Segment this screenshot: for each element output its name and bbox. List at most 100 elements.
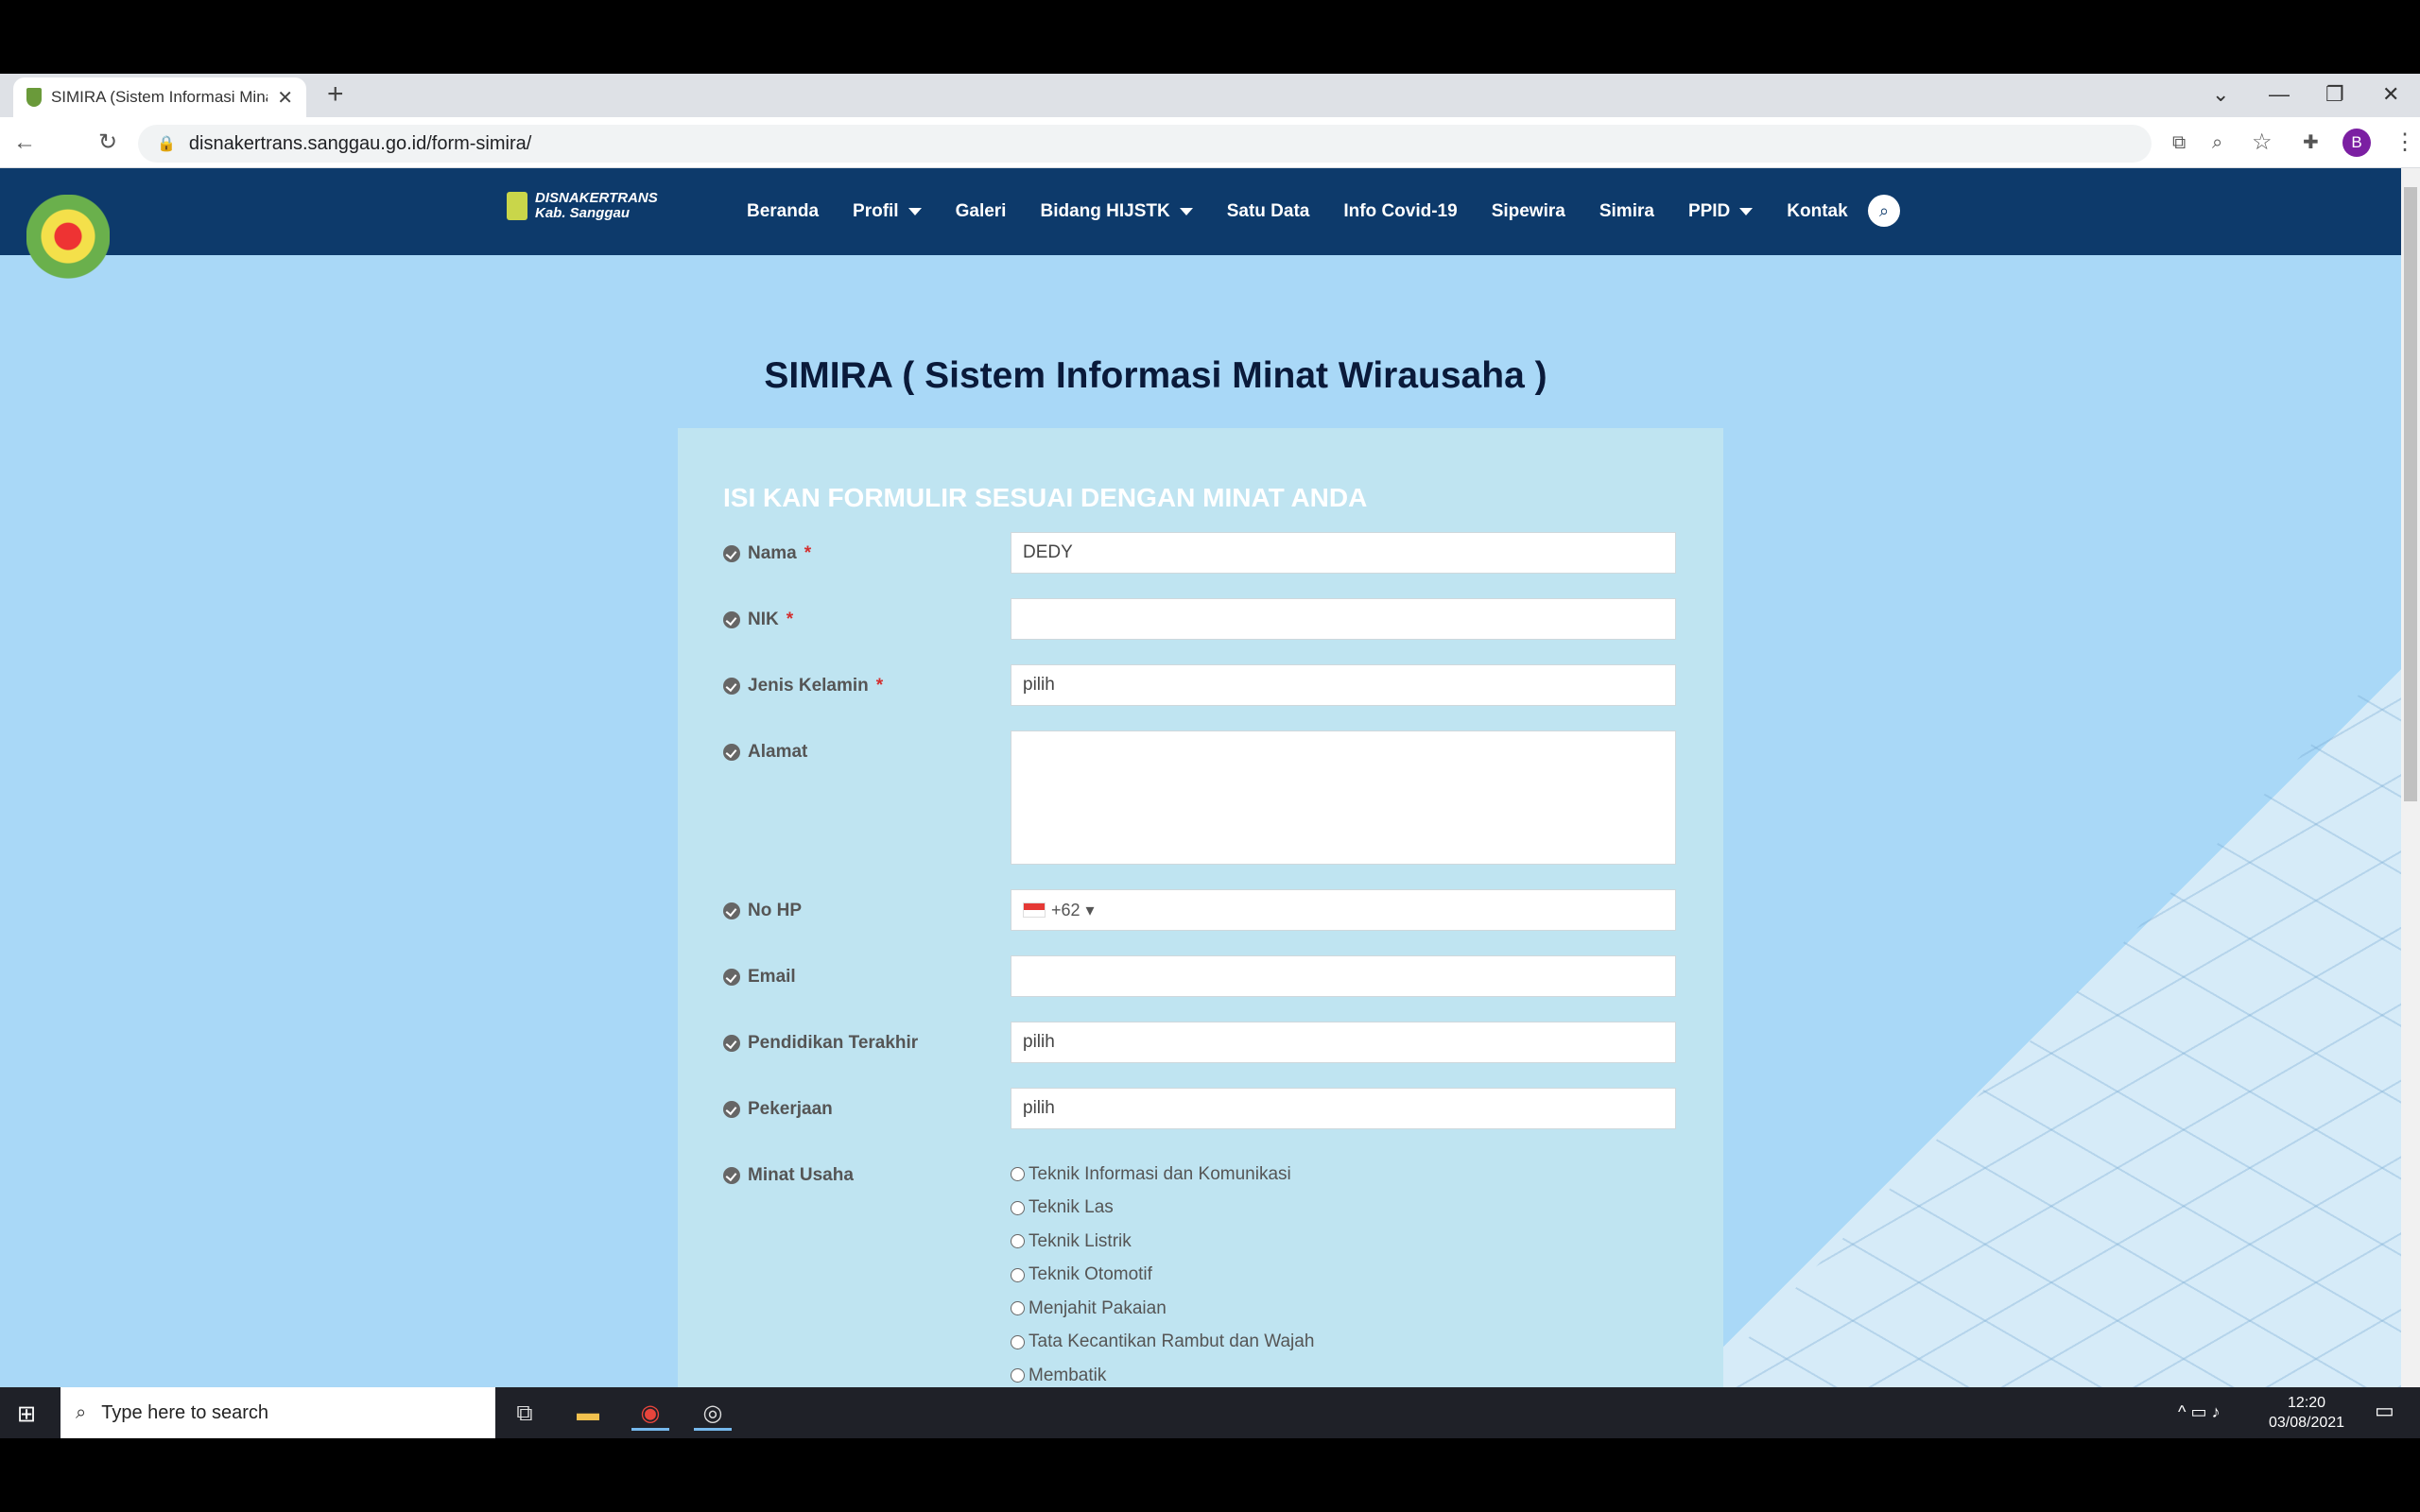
clock-date: 03/08/2021 <box>2269 1415 2345 1431</box>
radio-icon <box>1011 1234 1025 1249</box>
row-pekerjaan: Pekerjaan <box>723 1099 833 1120</box>
row-no-hp: No HP <box>723 901 802 921</box>
tab-search-icon[interactable]: ⌄ <box>2212 77 2229 112</box>
browser-window: SIMIRA (Sistem Informasi Minat ✕ + ⌄ — ❐… <box>0 74 2420 1387</box>
minat-option[interactable]: Teknik Informasi dan Komunikasi <box>1011 1158 1314 1192</box>
reload-icon[interactable]: ↻ <box>98 127 117 159</box>
tab-strip: SIMIRA (Sistem Informasi Minat ✕ + ⌄ — ❐… <box>0 74 2420 117</box>
chevron-down-icon <box>1179 208 1193 215</box>
web-page: DISNAKERTRANS Kab. Sanggau Beranda Profi… <box>0 168 2401 1387</box>
minat-option[interactable]: Teknik Las <box>1011 1192 1314 1226</box>
nik-input[interactable] <box>1011 598 1676 640</box>
radio-icon <box>1011 1334 1025 1349</box>
minimize-icon[interactable]: — <box>2269 77 2290 112</box>
tab-title: SIMIRA (Sistem Informasi Minat <box>50 88 268 106</box>
notification-icon[interactable]: ▭ <box>2375 1399 2394 1423</box>
minat-option[interactable]: Teknik Listrik <box>1011 1225 1314 1259</box>
check-circle-icon <box>723 969 740 986</box>
no-hp-input[interactable]: +62 ▾ <box>1011 889 1676 931</box>
brand-line2: Kab. Sanggau <box>535 205 631 221</box>
check-circle-icon <box>723 902 740 919</box>
search-icon: ⌕ <box>76 1401 87 1423</box>
browser-tab-active[interactable]: SIMIRA (Sistem Informasi Minat ✕ <box>13 77 306 117</box>
chrome-icon[interactable]: ◉ <box>631 1397 669 1431</box>
row-minat-usaha: Minat Usaha Teknik Informasi dan Komunik… <box>723 1164 1678 1385</box>
country-code-select[interactable]: +62 ▾ <box>1023 890 1095 930</box>
nav-simira[interactable]: Simira <box>1599 201 1654 222</box>
nav-bidang-hijstk[interactable]: Bidang HIJSTK <box>1040 201 1193 222</box>
chevron-down-icon: ▾ <box>1085 901 1095 919</box>
minat-option[interactable]: Teknik Otomotif <box>1011 1259 1314 1293</box>
nav-sipewira[interactable]: Sipewira <box>1492 201 1565 222</box>
label-no-hp: No HP <box>748 901 802 920</box>
windows-start-icon[interactable]: ⊞ <box>17 1400 36 1428</box>
zoom-icon[interactable]: ⌕ <box>2212 127 2222 159</box>
nav-galeri[interactable]: Galeri <box>956 201 1007 222</box>
bookmark-star-icon[interactable]: ☆ <box>2252 127 2273 159</box>
check-circle-icon <box>723 611 740 628</box>
row-nama: Nama * <box>723 543 811 564</box>
obs-icon[interactable]: ◎ <box>694 1397 732 1431</box>
restore-icon[interactable]: ❐ <box>2325 77 2344 112</box>
windows-taskbar: ⊞ ⌕ Type here to search ⧉ ▬ ◉ ◎ ^ ▭ ♪ 12… <box>0 1387 2420 1438</box>
taskbar-search-placeholder: Type here to search <box>101 1401 268 1423</box>
nav-beranda[interactable]: Beranda <box>747 201 819 222</box>
pekerjaan-select[interactable]: pilih <box>1011 1088 1676 1129</box>
nav-info-covid[interactable]: Info Covid-19 <box>1343 201 1457 222</box>
radio-icon <box>1011 1200 1025 1215</box>
minat-option[interactable]: Membatik <box>1011 1359 1314 1387</box>
radio-icon <box>1011 1167 1025 1182</box>
menu-icon[interactable]: ⋮ <box>2394 127 2416 159</box>
taskbar-clock[interactable]: 12:20 03/08/2021 <box>2269 1393 2344 1433</box>
new-tab-icon[interactable]: + <box>327 77 344 112</box>
lock-icon: 🔒 <box>157 136 176 152</box>
jenis-kelamin-select[interactable]: pilih <box>1011 664 1676 706</box>
back-icon[interactable]: ← <box>13 127 36 159</box>
check-circle-icon <box>723 678 740 695</box>
label-nik: NIK <box>748 610 779 629</box>
window-close-icon[interactable]: ✕ <box>2382 77 2399 112</box>
nama-input[interactable]: DEDY <box>1011 532 1676 574</box>
label-minat-usaha: Minat Usaha <box>748 1165 854 1185</box>
chevron-down-icon <box>1739 208 1754 215</box>
site-brand[interactable]: DISNAKERTRANS Kab. Sanggau <box>507 191 658 221</box>
task-view-icon[interactable]: ⧉ <box>506 1397 544 1431</box>
taskbar-search[interactable]: ⌕ Type here to search <box>60 1387 495 1438</box>
pendidikan-select[interactable]: pilih <box>1011 1022 1676 1063</box>
alamat-textarea[interactable] <box>1011 730 1676 865</box>
search-icon[interactable]: ⌕ <box>1868 195 1900 227</box>
extensions-icon[interactable]: ✚ <box>2303 127 2319 159</box>
check-circle-icon <box>723 744 740 761</box>
tab-close-icon[interactable]: ✕ <box>277 86 293 110</box>
row-jenis-kelamin: Jenis Kelamin * <box>723 676 883 696</box>
label-nama: Nama <box>748 543 797 563</box>
file-explorer-icon[interactable]: ▬ <box>569 1397 607 1431</box>
label-email: Email <box>748 967 796 987</box>
clock-time: 12:20 <box>2288 1395 2326 1411</box>
profile-avatar[interactable]: B <box>2342 129 2371 157</box>
form-heading: ISI KAN FORMULIR SESUAI DENGAN MINAT AND… <box>723 483 1368 512</box>
address-bar[interactable]: 🔒 disnakertrans.sanggau.go.id/form-simir… <box>138 125 2152 163</box>
page-scrollbar[interactable] <box>2401 168 2420 1387</box>
radio-icon <box>1011 1368 1025 1383</box>
chevron-down-icon <box>908 208 922 215</box>
row-pendidikan: Pendidikan Terakhir <box>723 1033 918 1054</box>
system-tray-icons[interactable]: ^ ▭ ♪ <box>2178 1402 2220 1422</box>
minat-radio-group: Teknik Informasi dan Komunikasi Teknik L… <box>1011 1158 1314 1387</box>
site-navbar: DISNAKERTRANS Kab. Sanggau Beranda Profi… <box>0 168 2401 255</box>
background-tiles <box>1702 650 2401 1387</box>
nav-kontak[interactable]: Kontak <box>1787 201 1847 222</box>
nav-profil[interactable]: Profil <box>853 201 922 222</box>
nav-satu-data[interactable]: Satu Data <box>1227 201 1310 222</box>
main-nav: Beranda Profil Galeri Bidang HIJSTK Satu… <box>747 168 1848 255</box>
row-alamat: Alamat <box>723 742 807 763</box>
email-input[interactable] <box>1011 955 1676 997</box>
label-jenis-kelamin: Jenis Kelamin <box>748 676 869 696</box>
simira-form: ISI KAN FORMULIR SESUAI DENGAN MINAT AND… <box>678 428 1723 1387</box>
scrollbar-thumb[interactable] <box>2404 187 2417 801</box>
nav-ppid[interactable]: PPID <box>1688 201 1754 222</box>
minat-option[interactable]: Tata Kecantikan Rambut dan Wajah <box>1011 1326 1314 1360</box>
translate-icon[interactable]: ⧉ <box>2172 127 2186 159</box>
brand-line1: DISNAKERTRANS <box>535 190 658 206</box>
minat-option[interactable]: Menjahit Pakaian <box>1011 1292 1314 1326</box>
